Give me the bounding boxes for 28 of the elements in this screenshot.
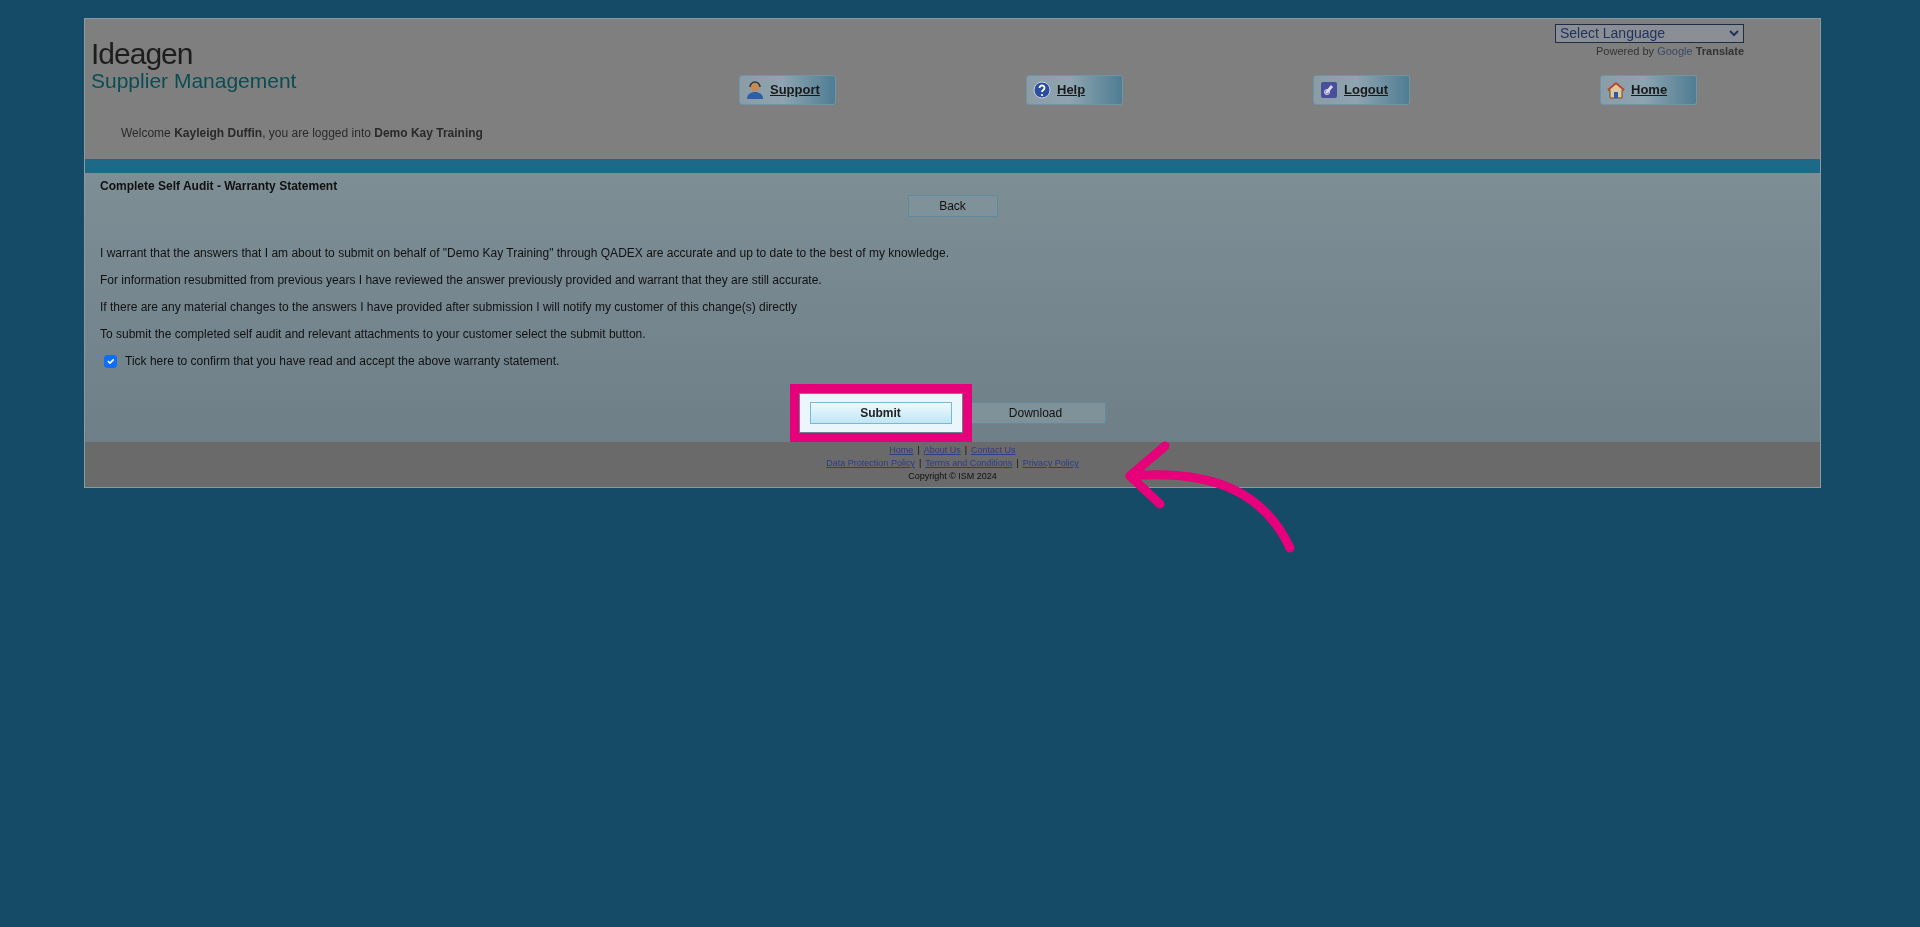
help-icon xyxy=(1033,81,1051,99)
language-select[interactable]: Select Language xyxy=(1555,24,1744,43)
confirm-checkbox[interactable] xyxy=(104,354,117,368)
page-title: Complete Self Audit - Warranty Statement xyxy=(100,178,339,195)
support-icon xyxy=(746,81,764,99)
home-icon xyxy=(1607,81,1625,99)
translate-credit: Powered by Google Translate xyxy=(1595,44,1744,59)
logout-icon xyxy=(1320,81,1338,99)
statement-text: For information resubmitted from previous years I have reviewed the answer previously provided and warrant that they are still accurate. xyxy=(100,272,823,289)
nav-button[interactable]: Home xyxy=(1600,75,1697,105)
back-button[interactable]: Back xyxy=(907,195,998,217)
nav-button[interactable]: Logout xyxy=(1313,75,1410,105)
action-button[interactable]: Submit xyxy=(809,402,952,424)
chevron-down-icon xyxy=(1729,30,1739,37)
link-separator: | xyxy=(917,445,920,455)
link-separator: | xyxy=(918,458,922,468)
copyright-text: Copyright © ISM 2024 xyxy=(907,470,998,483)
confirm-label: Tick here to confirm that you have read and accept the above warranty statement. xyxy=(125,353,560,370)
statement-text: To submit the completed self audit and relevant attachments to your customer select the submit button. xyxy=(100,326,647,343)
nav-button[interactable]: Support xyxy=(739,75,836,105)
statement-text: If there are any material changes to the answers I have provided after submission I will notify my customer of this change(s) directly xyxy=(100,299,798,316)
logo-wordmark: Ideagen xyxy=(91,39,194,69)
welcome-message: Welcome Kayleigh Duffin, you are logged into Demo Kay Training xyxy=(121,125,484,143)
link-separator: | xyxy=(964,445,968,455)
link-separator: | xyxy=(1016,458,1019,468)
logo-subtitle: Supplier Management xyxy=(91,69,298,93)
statement-text: I warrant that the answers that I am about to submit on behalf of "Demo Kay Training" through QADEX are accurate and up to date to the best of my knowledge. xyxy=(100,245,950,262)
nav-button[interactable]: Help xyxy=(1026,75,1123,105)
